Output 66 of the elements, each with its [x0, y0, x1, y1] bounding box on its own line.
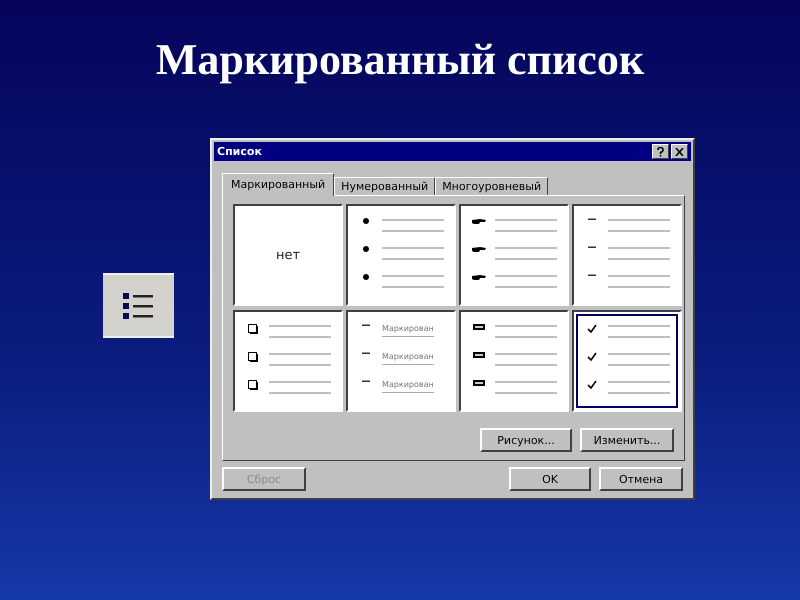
placeholder-lines-drawing — [495, 324, 557, 340]
placeholder-lines-drawing — [495, 246, 557, 262]
checkbox-square-icon — [248, 380, 258, 390]
window-title: Список — [217, 145, 262, 158]
slide-title: Маркированный список — [154, 34, 646, 86]
bar-icon — [473, 380, 485, 386]
bar-icon — [473, 352, 485, 358]
placeholder-lines-drawing — [608, 246, 670, 262]
dash-icon — [588, 246, 596, 249]
dash-icon — [588, 218, 596, 221]
sample-text: Маркирован — [382, 352, 434, 365]
bullet-style-option[interactable] — [459, 204, 569, 306]
checkbox-square-icon — [248, 352, 258, 362]
dialog-button[interactable]: Рисунок... — [480, 428, 572, 452]
bullet-style-option[interactable] — [233, 310, 343, 412]
dialog-button[interactable]: Изменить... — [580, 428, 674, 452]
placeholder-lines-drawing — [495, 380, 557, 396]
placeholder-lines-drawing — [608, 380, 670, 396]
bullet-style-option[interactable] — [346, 204, 456, 306]
sample-text: Маркирован — [382, 324, 434, 337]
dialog-button[interactable]: Отмена — [599, 467, 683, 491]
bullet-style-option[interactable] — [572, 310, 682, 412]
tab[interactable]: Маркированный — [222, 173, 334, 196]
placeholder-lines-drawing — [269, 352, 331, 368]
dot-icon — [363, 274, 369, 280]
dialog-button[interactable]: OK — [509, 467, 591, 491]
close-button[interactable] — [671, 144, 688, 159]
sample-text: Маркирован — [382, 380, 434, 393]
option-label: нет — [276, 248, 300, 262]
dash-icon — [362, 380, 370, 383]
placeholder-lines-drawing — [382, 246, 444, 262]
placeholder-lines-drawing — [608, 218, 670, 234]
check-icon — [587, 380, 597, 389]
placeholder-lines-drawing — [495, 274, 557, 290]
close-icon — [675, 148, 684, 156]
placeholder-lines-drawing — [495, 352, 557, 368]
bulleted-list-button[interactable] — [103, 273, 174, 338]
dot-icon — [363, 218, 369, 224]
pointing-hand-icon — [472, 218, 486, 225]
bullet-style-option[interactable]: нет — [233, 204, 343, 306]
pointing-hand-icon — [472, 274, 486, 281]
placeholder-lines-drawing — [382, 274, 444, 290]
bullet-style-option[interactable] — [459, 310, 569, 412]
dash-icon — [588, 274, 596, 277]
help-icon — [657, 146, 664, 156]
dash-icon — [362, 352, 370, 355]
dash-icon — [362, 324, 370, 327]
placeholder-lines-drawing — [495, 218, 557, 234]
bullet-style-option[interactable] — [572, 204, 682, 306]
check-icon — [587, 352, 597, 361]
bullet-style-option[interactable]: Маркирован Маркирован Маркирован — [346, 310, 456, 412]
placeholder-lines-drawing — [269, 324, 331, 340]
placeholder-lines-drawing — [608, 352, 670, 368]
placeholder-lines-drawing — [608, 274, 670, 290]
check-icon — [587, 324, 597, 333]
bar-icon — [473, 324, 485, 330]
bulleted-list-icon — [122, 290, 154, 320]
help-button[interactable] — [652, 144, 669, 159]
placeholder-lines-drawing — [608, 324, 670, 340]
tab[interactable]: Многоуровневый — [435, 177, 548, 195]
placeholder-lines-drawing — [269, 380, 331, 396]
pointing-hand-icon — [472, 246, 486, 253]
dot-icon — [363, 246, 369, 252]
tab[interactable]: Нумерованный — [334, 177, 436, 195]
placeholder-lines-drawing — [382, 218, 444, 234]
checkbox-square-icon — [248, 324, 258, 334]
